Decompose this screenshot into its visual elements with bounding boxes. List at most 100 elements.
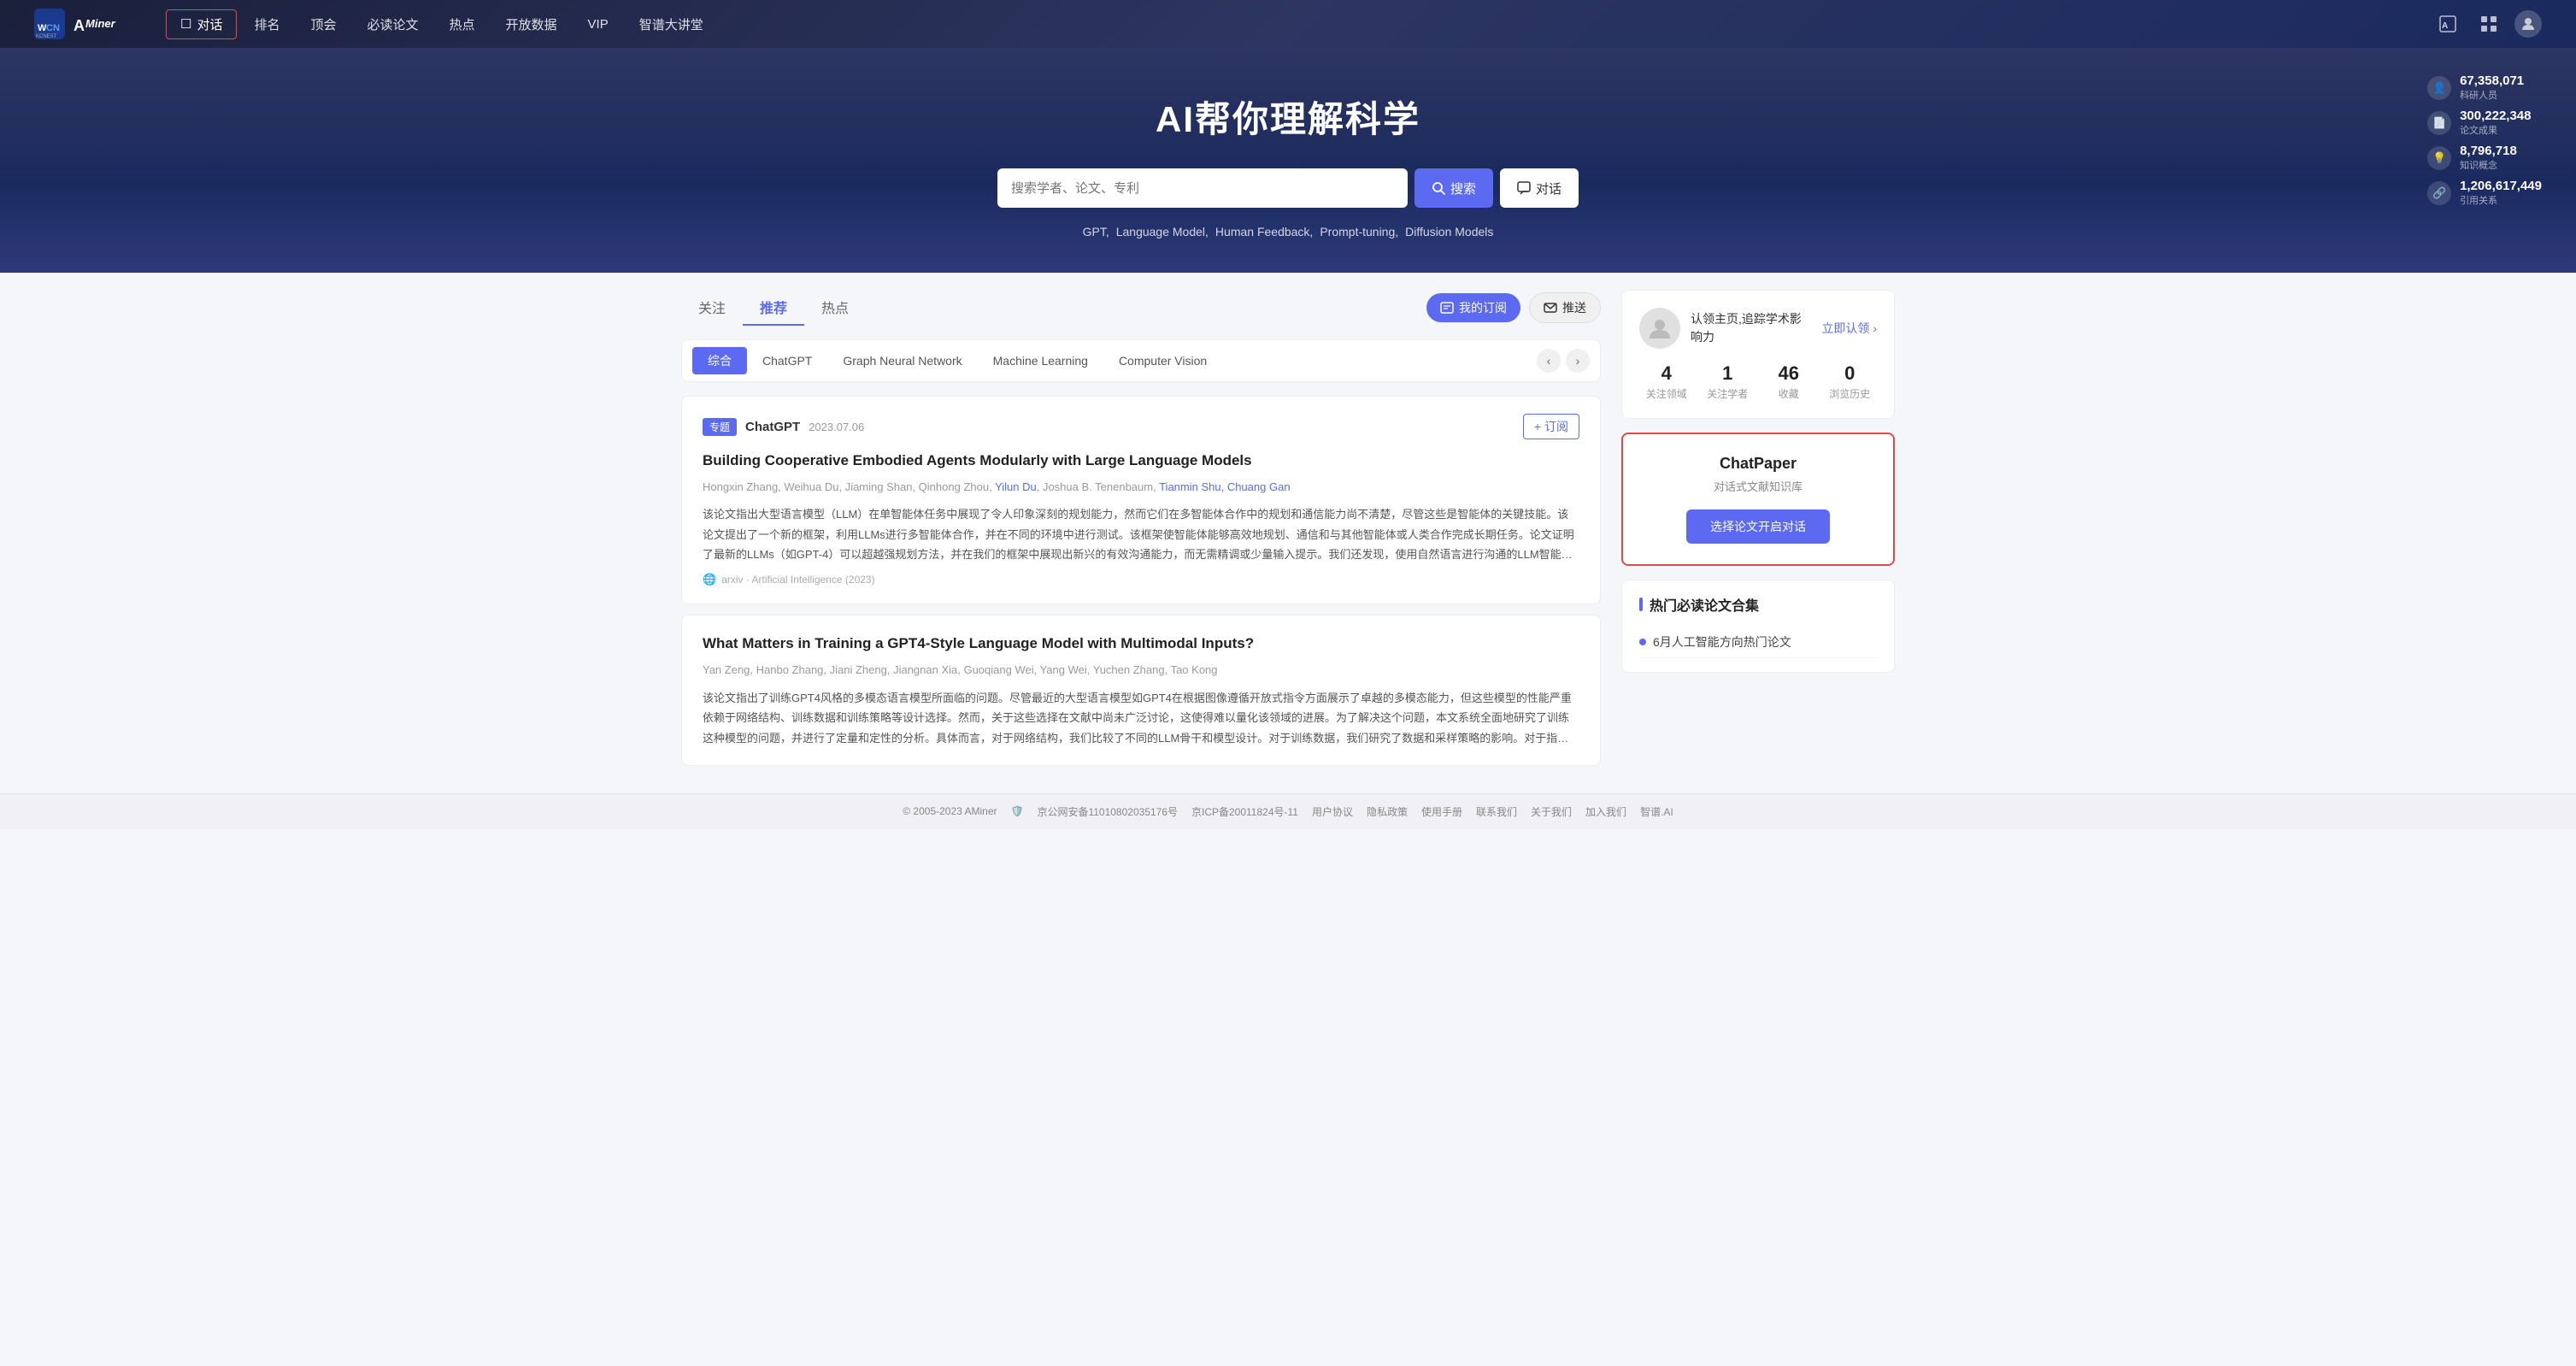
footer-link-manual[interactable]: 使用手册 — [1421, 804, 1462, 819]
svg-text:CN: CN — [46, 23, 60, 33]
hero-section: 👤 67,358,071 科研人员 📄 300,222,348 论文成果 💡 8… — [0, 48, 2576, 273]
author-highlighted-3[interactable]: Tianmin Shu, — [1159, 480, 1224, 493]
chatpaper-subtitle: 对话式文献知识库 — [1640, 478, 1876, 494]
tag-human-feedback[interactable]: Human Feedback, — [1215, 225, 1313, 238]
tab-recommend[interactable]: 推荐 — [743, 290, 804, 326]
stat-history: 0 浏览历史 — [1823, 362, 1878, 401]
tag-language-model[interactable]: Language Model, — [1116, 225, 1209, 238]
profile-card: 认领主页,追踪学术影响力 立即认领 › 4 关注领域 1 关注学者 46 收藏 — [1621, 290, 1895, 419]
nav-item-hotspot[interactable]: 热点 — [436, 10, 489, 38]
concept-icon: 💡 — [2427, 146, 2451, 170]
stat-papers: 📄 300,222,348 论文成果 — [2427, 109, 2542, 137]
user-avatar[interactable] — [2514, 10, 2542, 38]
tag-diffusion[interactable]: Diffusion Models — [1405, 225, 1493, 238]
paper-icon: 📄 — [2427, 111, 2451, 135]
cat-tab-ml[interactable]: Machine Learning — [978, 349, 1103, 373]
profile-avatar — [1639, 308, 1680, 349]
stat-follow-scholars: 1 关注学者 — [1701, 362, 1756, 401]
cat-tab-chatgpt[interactable]: ChatGPT — [747, 349, 827, 373]
push-button[interactable]: 推送 — [1529, 292, 1601, 323]
nav-item-vip[interactable]: VIP — [574, 12, 622, 37]
logo-icon: W CN KCNEST — [34, 9, 65, 39]
nav-item-opendata[interactable]: 开放数据 — [492, 10, 571, 38]
paper-1-subscribe-btn[interactable]: + 订阅 — [1523, 414, 1579, 439]
svg-text:Miner: Miner — [85, 17, 116, 30]
translate-icon: A — [2438, 15, 2457, 33]
hero-title: AI帮你理解科学 — [17, 91, 2559, 143]
paper-1-tag: 专题 — [703, 418, 737, 436]
svg-text:A: A — [2442, 21, 2448, 31]
feed-tabs: 关注 推荐 热点 我的订阅 推送 — [681, 290, 1601, 326]
cat-tab-all[interactable]: 综合 — [692, 347, 747, 374]
nav-item-rank[interactable]: 排名 — [240, 10, 293, 38]
footer-link-contact[interactable]: 联系我们 — [1476, 804, 1517, 819]
stat-favorites: 46 收藏 — [1761, 362, 1816, 401]
paper-1-date: 2023.07.06 — [809, 421, 864, 433]
paper-1-meta: 🌐 arxiv · Artificial Intelligence (2023) — [703, 573, 1579, 586]
nav-item-conference[interactable]: 顶会 — [297, 10, 350, 38]
search-input[interactable] — [997, 168, 1408, 208]
svg-text:KCNEST: KCNEST — [36, 34, 57, 39]
copyright: © 2005-2023 AMiner — [903, 805, 997, 817]
hero-chat-button[interactable]: 对话 — [1500, 168, 1579, 208]
chatpaper-title: ChatPaper — [1640, 455, 1876, 473]
stat-citations: 🔗 1,206,617,449 引用关系 — [2427, 179, 2542, 207]
footer-link-privacy[interactable]: 隐私政策 — [1367, 804, 1408, 819]
chat-icon — [1517, 181, 1531, 195]
paper-2-abstract: 该论文指出了训练GPT4风格的多模态语言模型所面临的问题。尽管最近的大型语言模型… — [703, 688, 1579, 748]
paper-1-meta-icon: 🌐 — [703, 573, 716, 586]
paper-2-authors: Yan Zeng, Hanbo Zhang, Jiani Zheng, Jian… — [703, 662, 1579, 680]
nav-item-lecture[interactable]: 智谱大讲堂 — [626, 10, 717, 38]
profile-top: 认领主页,追踪学术影响力 立即认领 › — [1639, 308, 1877, 349]
subscription-button[interactable]: 我的订阅 — [1426, 293, 1520, 322]
chat-nav-icon: ☐ — [180, 16, 191, 32]
paper-2-title[interactable]: What Matters in Training a GPT4-Style La… — [703, 633, 1579, 655]
logo[interactable]: W CN KCNEST A Miner — [34, 9, 149, 39]
tag-prompt-tuning[interactable]: Prompt-tuning, — [1320, 225, 1398, 238]
citation-icon: 🔗 — [2427, 181, 2451, 205]
hot-item-1[interactable]: 6月人工智能方向热门论文 — [1639, 627, 1877, 658]
paper-card-2: What Matters in Training a GPT4-Style La… — [681, 615, 1601, 765]
cat-prev-btn[interactable]: ‹ — [1537, 349, 1561, 373]
header: W CN KCNEST A Miner ☐ 对话 排名 顶会 必读论文 热点 开… — [0, 0, 2576, 48]
push-icon — [1544, 301, 1557, 315]
stat-concepts: 💡 8,796,718 知识概念 — [2427, 144, 2542, 172]
search-button[interactable]: 搜索 — [1414, 168, 1493, 208]
cat-tab-gnn[interactable]: Graph Neural Network — [827, 349, 977, 373]
right-sidebar: 认领主页,追踪学术影响力 立即认领 › 4 关注领域 1 关注学者 46 收藏 — [1621, 290, 1895, 776]
search-icon — [1432, 181, 1445, 195]
grid-icon-btn[interactable] — [2473, 9, 2504, 39]
claim-link[interactable]: 立即认领 › — [1821, 320, 1877, 337]
chatpaper-card: ChatPaper 对话式文献知识库 选择论文开启对话 — [1621, 433, 1895, 566]
footer-link-zhipu[interactable]: 智谱.AI — [1640, 804, 1673, 819]
translate-icon-btn[interactable]: A — [2432, 9, 2463, 39]
paper-1-title[interactable]: Building Cooperative Embodied Agents Mod… — [703, 450, 1579, 472]
paper-card-1: 专题 ChatGPT 2023.07.06 + 订阅 Building Coop… — [681, 396, 1601, 604]
footer-link-join[interactable]: 加入我们 — [1585, 804, 1626, 819]
footer-police-icon: 🛡️ — [1011, 805, 1024, 817]
cat-tab-cv[interactable]: Computer Vision — [1103, 349, 1222, 373]
category-tabs: 综合 ChatGPT Graph Neural Network Machine … — [681, 339, 1601, 382]
stat-researchers: 👤 67,358,071 科研人员 — [2427, 74, 2542, 102]
feed-section: 关注 推荐 热点 我的订阅 推送 — [681, 290, 1601, 776]
tab-hotspot[interactable]: 热点 — [804, 290, 866, 326]
category-nav: ‹ › — [1537, 349, 1590, 373]
subscription-icon — [1440, 301, 1454, 315]
nav-item-chat[interactable]: ☐ 对话 — [166, 9, 237, 39]
aminer-logo-text: A Miner — [72, 12, 149, 36]
tab-follow[interactable]: 关注 — [681, 290, 743, 326]
hero-tags: GPT, Language Model, Human Feedback, Pro… — [17, 225, 2559, 238]
cat-next-btn[interactable]: › — [1566, 349, 1590, 373]
footer-link-terms[interactable]: 用户协议 — [1312, 804, 1353, 819]
tag-gpt[interactable]: GPT, — [1083, 225, 1109, 238]
author-highlighted-1[interactable]: Yilun Du — [995, 480, 1037, 493]
footer-link-about[interactable]: 关于我们 — [1531, 804, 1572, 819]
chatpaper-open-btn[interactable]: 选择论文开启对话 — [1686, 509, 1830, 544]
paper-1-header: 专题 ChatGPT 2023.07.06 + 订阅 — [703, 414, 1579, 439]
footer-link-icp[interactable]: 京ICP备20011824号-11 — [1191, 804, 1298, 819]
author-plain-2: Joshua B. Tenenbaum, — [1043, 480, 1156, 493]
nav-item-mustread[interactable]: 必读论文 — [354, 10, 432, 38]
author-highlighted-4[interactable]: Chuang Gan — [1227, 480, 1291, 493]
footer-link-beian[interactable]: 京公网安备11010802035176号 — [1037, 804, 1178, 819]
profile-claim: 认领主页,追踪学术影响力 — [1691, 310, 1811, 346]
